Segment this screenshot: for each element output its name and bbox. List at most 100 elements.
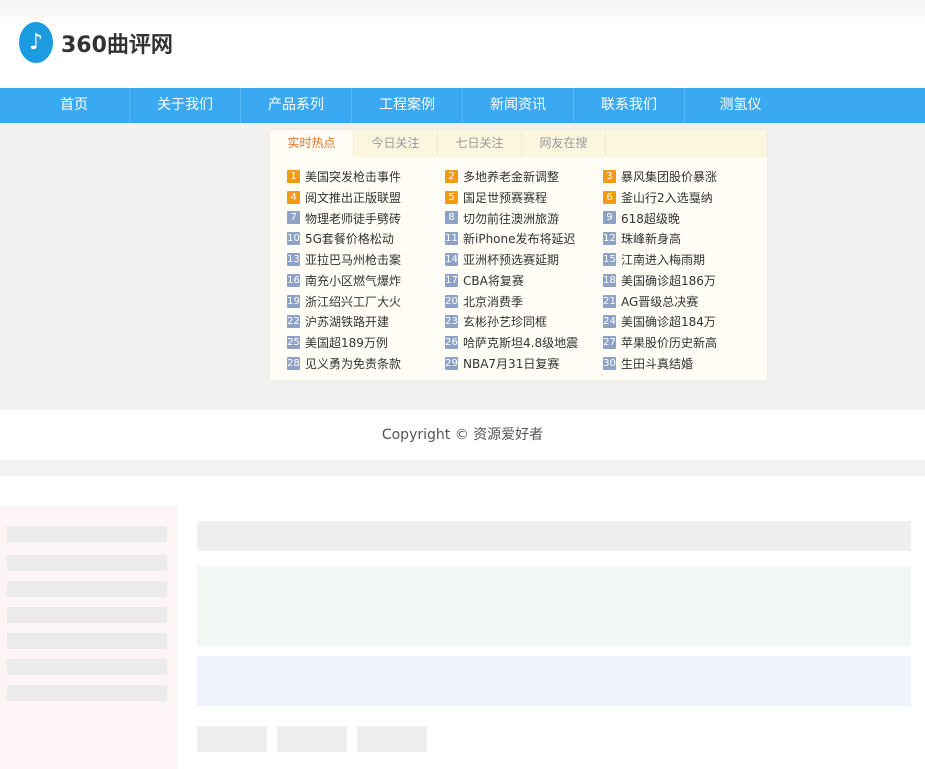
list-item[interactable]: 20 北京消费季 [445, 293, 603, 310]
item-title[interactable]: 北京消费季 [463, 293, 523, 310]
item-title[interactable]: 江南进入梅雨期 [621, 251, 705, 268]
rank-badge: 8 [445, 211, 458, 225]
item-title[interactable]: CBA将复赛 [463, 272, 524, 289]
list-item[interactable]: 13 亚拉巴马州枪击案 [287, 251, 445, 268]
rank-badge: 3 [603, 169, 616, 183]
item-title[interactable]: 沪苏湖铁路开建 [305, 313, 389, 330]
skeleton-line [7, 607, 167, 623]
item-title[interactable]: 哈萨克斯坦4.8级地震 [463, 334, 578, 351]
list-item[interactable]: 19 浙江绍兴工厂大火 [287, 293, 445, 310]
skeleton-button [277, 726, 347, 752]
list-item[interactable]: 27 苹果股价历史新高 [603, 334, 761, 351]
list-item[interactable]: 2 多地养老金新调整 [445, 168, 603, 185]
list-item[interactable]: 24 美国确诊超184万 [603, 314, 761, 331]
list-item[interactable]: 10 5G套餐价格松动 [287, 230, 445, 247]
item-title[interactable]: 美国确诊超186万 [621, 272, 716, 289]
list-item[interactable]: 4 阅文推出正版联盟 [287, 189, 445, 206]
list-item[interactable]: 7 物理老师徒手劈砖 [287, 210, 445, 227]
item-title[interactable]: 美国超189万例 [305, 334, 388, 351]
content-area: 实时热点 今日关注 七日关注 网友在搜 1 美国突发枪击事件 2 多地养老金新调整 3 暴风集团… [0, 123, 925, 408]
nav-item[interactable]: 产品系列 [241, 88, 352, 123]
skeleton-title [197, 521, 911, 551]
rank-badge: 6 [603, 190, 616, 204]
item-title[interactable]: NBA7月31日复赛 [463, 355, 559, 372]
skeleton-line [7, 526, 167, 542]
item-title[interactable]: AG晋级总决赛 [621, 293, 698, 310]
item-title[interactable]: 苹果股价历史新高 [621, 334, 717, 351]
rank-badge: 12 [603, 232, 616, 246]
item-title[interactable]: 5G套餐价格松动 [305, 230, 394, 247]
list-item[interactable]: 14 亚洲杯预选赛延期 [445, 251, 603, 268]
item-title[interactable]: 玄彬孙艺珍同框 [463, 313, 547, 330]
list-item[interactable]: 8 切勿前往澳洲旅游 [445, 210, 603, 227]
list-item[interactable]: 3 暴风集团股价暴涨 [603, 168, 761, 185]
list-item[interactable]: 15 江南进入梅雨期 [603, 251, 761, 268]
tab[interactable]: 实时热点 [270, 130, 354, 157]
nav-item[interactable]: 关于我们 [130, 88, 241, 123]
list-item[interactable]: 12 珠峰新身高 [603, 230, 761, 247]
item-title[interactable]: 珠峰新身高 [621, 230, 681, 247]
nav-item[interactable]: 工程案例 [352, 88, 463, 123]
rank-badge: 4 [287, 190, 300, 204]
skeleton-block [197, 656, 911, 706]
list-item[interactable]: 1 美国突发枪击事件 [287, 168, 445, 185]
item-title[interactable]: 切勿前往澳洲旅游 [463, 210, 559, 227]
list-item[interactable]: 16 南充小区燃气爆炸 [287, 272, 445, 289]
nav-item[interactable]: 新闻资讯 [463, 88, 574, 123]
list-item[interactable]: 23 玄彬孙艺珍同框 [445, 314, 603, 331]
list-item[interactable]: 17 CBA将复赛 [445, 272, 603, 289]
item-title[interactable]: 见义勇为免责条款 [305, 355, 401, 372]
list-item[interactable]: 21 AG晋级总决赛 [603, 293, 761, 310]
item-title[interactable]: 南充小区燃气爆炸 [305, 272, 401, 289]
tab[interactable]: 今日关注 [354, 130, 438, 157]
skeleton-line [7, 685, 167, 701]
footer: Copyright © 资源爱好者 [0, 408, 925, 460]
item-title[interactable]: 物理老师徒手劈砖 [305, 210, 401, 227]
rank-badge: 24 [603, 315, 616, 329]
item-title[interactable]: 釜山行2入选戛纳 [621, 189, 713, 206]
skeleton-block [197, 566, 911, 646]
item-title[interactable]: 多地养老金新调整 [463, 168, 559, 185]
list-item[interactable]: 18 美国确诊超186万 [603, 272, 761, 289]
rank-badge: 28 [287, 357, 300, 371]
tab[interactable]: 网友在搜 [522, 130, 606, 157]
item-title[interactable]: 浙江绍兴工厂大火 [305, 293, 401, 310]
list-item[interactable]: 29 NBA7月31日复赛 [445, 355, 603, 372]
logo-text: 360曲评网 [61, 32, 173, 58]
item-title[interactable]: 生田斗真结婚 [621, 355, 693, 372]
rank-badge: 29 [445, 357, 458, 371]
list-item[interactable]: 28 见义勇为免责条款 [287, 355, 445, 372]
rank-badge: 23 [445, 315, 458, 329]
item-title[interactable]: 美国确诊超184万 [621, 313, 716, 330]
nav-item[interactable]: 联系我们 [574, 88, 685, 123]
item-title[interactable]: 美国突发枪击事件 [305, 168, 401, 185]
list-item[interactable]: 25 美国超189万例 [287, 334, 445, 351]
rank-badge: 14 [445, 253, 458, 267]
item-title[interactable]: 亚拉巴马州枪击案 [305, 251, 401, 268]
list-item[interactable]: 26 哈萨克斯坦4.8级地震 [445, 334, 603, 351]
list-item[interactable]: 22 沪苏湖铁路开建 [287, 314, 445, 331]
rank-badge: 22 [287, 315, 300, 329]
hot-topics-panel: 实时热点 今日关注 七日关注 网友在搜 1 美国突发枪击事件 2 多地养老金新调整 3 暴风集团… [270, 130, 767, 380]
tab[interactable]: 七日关注 [438, 130, 522, 157]
list-item[interactable]: 30 生田斗真结婚 [603, 355, 761, 372]
item-title[interactable]: 新iPhone发布将延迟 [463, 230, 576, 247]
header: ♪ 360曲评网 [0, 0, 925, 88]
list-item[interactable]: 6 釜山行2入选戛纳 [603, 189, 761, 206]
nav-item[interactable]: 测氢仪 [685, 88, 796, 123]
list-item[interactable]: 11 新iPhone发布将延迟 [445, 230, 603, 247]
skeleton-line [7, 581, 167, 597]
rank-badge: 10 [287, 232, 300, 246]
item-title[interactable]: 暴风集团股价暴涨 [621, 168, 717, 185]
list-item[interactable]: 5 国足世预赛赛程 [445, 189, 603, 206]
item-title[interactable]: 618超级晚 [621, 210, 680, 227]
list-item[interactable]: 9 618超级晚 [603, 210, 761, 227]
item-title[interactable]: 阅文推出正版联盟 [305, 189, 401, 206]
item-title[interactable]: 亚洲杯预选赛延期 [463, 251, 559, 268]
logo[interactable]: ♪ 360曲评网 [19, 22, 173, 63]
nav-item[interactable]: 首页 [19, 88, 130, 123]
rank-badge: 2 [445, 169, 458, 183]
skeleton-line [7, 555, 167, 571]
item-title[interactable]: 国足世预赛赛程 [463, 189, 547, 206]
rank-badge: 15 [603, 253, 616, 267]
